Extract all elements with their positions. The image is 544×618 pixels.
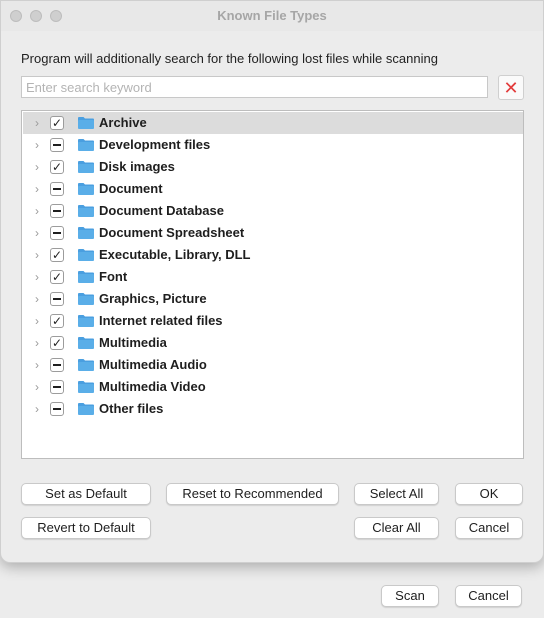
chevron-right-icon[interactable]: › <box>32 288 42 310</box>
tree-row[interactable]: › ✓ Internet related files <box>23 310 523 332</box>
folder-icon <box>78 249 94 261</box>
ok-button[interactable]: OK <box>455 483 523 505</box>
clear-search-button[interactable]: ✕ <box>498 75 524 100</box>
tree-row[interactable]: › Document Spreadsheet <box>23 222 523 244</box>
search-input[interactable] <box>21 76 488 98</box>
checkbox-checked-icon[interactable]: ✓ <box>50 270 64 284</box>
chevron-right-icon[interactable]: › <box>32 222 42 244</box>
checkbox-mixed-icon[interactable] <box>50 358 64 372</box>
tree-row[interactable]: › Multimedia Audio <box>23 354 523 376</box>
file-type-tree[interactable]: › ✓ Archive › Development files › ✓ Disk images… <box>21 110 524 459</box>
checkbox-checked-icon[interactable]: ✓ <box>50 314 64 328</box>
window-title: Known File Types <box>217 8 327 23</box>
folder-icon <box>78 271 94 283</box>
revert-to-default-button[interactable]: Revert to Default <box>21 517 151 539</box>
title-bar: Known File Types <box>1 1 543 31</box>
tree-row[interactable]: › ✓ Executable, Library, DLL <box>23 244 523 266</box>
chevron-right-icon[interactable]: › <box>32 310 42 332</box>
tree-row[interactable]: › Document Database <box>23 200 523 222</box>
checkbox-mixed-icon[interactable] <box>50 292 64 306</box>
folder-icon <box>78 117 94 129</box>
tree-row[interactable]: › Development files <box>23 134 523 156</box>
tree-row[interactable]: › Graphics, Picture <box>23 288 523 310</box>
checkbox-mixed-icon[interactable] <box>50 380 64 394</box>
folder-icon <box>78 359 94 371</box>
tree-row-label: Document Database <box>99 203 224 218</box>
folder-icon <box>78 315 94 327</box>
folder-icon <box>78 183 94 195</box>
tree-row-label: Multimedia Audio <box>99 357 207 372</box>
checkbox-checked-icon[interactable]: ✓ <box>50 248 64 262</box>
checkbox-checked-icon[interactable]: ✓ <box>50 116 64 130</box>
tree-row-label: Internet related files <box>99 313 223 328</box>
chevron-right-icon[interactable]: › <box>32 112 42 134</box>
tree-row-label: Archive <box>99 115 147 130</box>
known-file-types-dialog: Known File Types Program will additional… <box>0 0 544 563</box>
checkbox-checked-icon[interactable]: ✓ <box>50 336 64 350</box>
chevron-right-icon[interactable]: › <box>32 266 42 288</box>
chevron-right-icon[interactable]: › <box>32 156 42 178</box>
folder-icon <box>78 161 94 173</box>
tree-row[interactable]: › ✓ Disk images <box>23 156 523 178</box>
folder-icon <box>78 381 94 393</box>
checkbox-mixed-icon[interactable] <box>50 204 64 218</box>
chevron-right-icon[interactable]: › <box>32 178 42 200</box>
chevron-right-icon[interactable]: › <box>32 376 42 398</box>
tree-row-label: Multimedia <box>99 335 167 350</box>
tree-row-label: Document <box>99 181 163 196</box>
instruction-text: Program will additionally search for the… <box>21 51 438 66</box>
chevron-right-icon[interactable]: › <box>32 134 42 156</box>
tree-row-label: Document Spreadsheet <box>99 225 245 240</box>
cancel-button[interactable]: Cancel <box>455 517 523 539</box>
chevron-right-icon[interactable]: › <box>32 200 42 222</box>
tree-row-label: Font <box>99 269 128 284</box>
folder-icon <box>78 337 94 349</box>
tree-row-label: Development files <box>99 137 211 152</box>
checkbox-checked-icon[interactable]: ✓ <box>50 160 64 174</box>
tree-row[interactable]: › ✓ Archive <box>23 112 523 134</box>
checkbox-mixed-icon[interactable] <box>50 182 64 196</box>
chevron-right-icon[interactable]: › <box>32 354 42 376</box>
tree-row-label: Graphics, Picture <box>99 291 207 306</box>
folder-icon <box>78 205 94 217</box>
checkbox-mixed-icon[interactable] <box>50 138 64 152</box>
close-icon: ✕ <box>503 77 519 98</box>
tree-row-label: Multimedia Video <box>99 379 206 394</box>
clear-all-button[interactable]: Clear All <box>354 517 439 539</box>
tree-row[interactable]: › ✓ Font <box>23 266 523 288</box>
chevron-right-icon[interactable]: › <box>32 332 42 354</box>
tree-row-label: Executable, Library, DLL <box>99 247 251 262</box>
checkbox-mixed-icon[interactable] <box>50 226 64 240</box>
scan-button[interactable]: Scan <box>381 585 439 607</box>
tree-row[interactable]: › Multimedia Video <box>23 376 523 398</box>
main-cancel-button[interactable]: Cancel <box>455 585 522 607</box>
reset-to-recommended-button[interactable]: Reset to Recommended <box>166 483 339 505</box>
set-as-default-button[interactable]: Set as Default <box>21 483 151 505</box>
chevron-right-icon[interactable]: › <box>32 244 42 266</box>
tree-row-label: Other files <box>99 401 164 416</box>
tree-row-label: Disk images <box>99 159 175 174</box>
folder-icon <box>78 227 94 239</box>
tree-row[interactable]: › Document <box>23 178 523 200</box>
chevron-right-icon[interactable]: › <box>32 398 42 420</box>
folder-icon <box>78 139 94 151</box>
tree-row[interactable]: › ✓ Multimedia <box>23 332 523 354</box>
tree-row[interactable]: › Other files <box>23 398 523 420</box>
folder-icon <box>78 403 94 415</box>
select-all-button[interactable]: Select All <box>354 483 439 505</box>
checkbox-mixed-icon[interactable] <box>50 402 64 416</box>
folder-icon <box>78 293 94 305</box>
